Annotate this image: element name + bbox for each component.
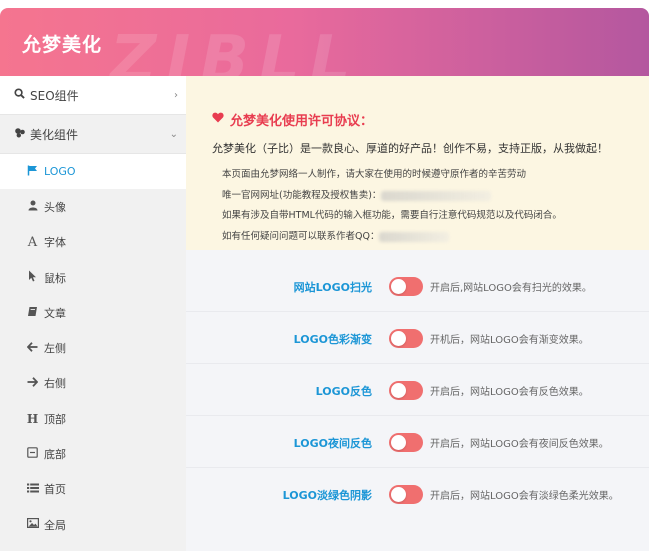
- toggle-knob: [391, 331, 406, 346]
- option-label: LOGO反色: [315, 384, 372, 398]
- sidebar-item-global[interactable]: 全局: [0, 507, 186, 542]
- sidebar-item-label: 全局: [44, 518, 66, 532]
- header-watermark: ZIBLL: [110, 23, 361, 76]
- option-label: 网站LOGO扫光: [293, 280, 372, 294]
- header-icon: H: [26, 411, 39, 426]
- image-icon: [24, 518, 41, 531]
- sidebar-item-label: 头像: [44, 200, 66, 214]
- sidebar-item-label: 鼠标: [44, 271, 66, 285]
- panel-header: ZIBLL 允梦美化: [0, 8, 649, 76]
- user-icon: [24, 200, 41, 214]
- option-label: LOGO色彩渐变: [293, 332, 372, 346]
- sidebar-item-label: 左侧: [44, 342, 66, 356]
- sidebar-item-label: 底部: [44, 448, 66, 462]
- option-description: 开启后，网站LOGO会有淡绿色柔光效果。: [430, 491, 619, 502]
- flag-icon: [24, 165, 41, 179]
- sidebar-item-label: 右侧: [44, 377, 66, 391]
- cursor-icon: [24, 270, 41, 285]
- sidebar-item-bottom[interactable]: 底部: [0, 436, 186, 471]
- option-row: LOGO淡绿色阴影 开启后，网站LOGO会有淡绿色柔光效果。: [186, 469, 649, 520]
- search-icon: [14, 88, 30, 102]
- notice-line-website: 唯一官网网址(功能教程及授权售卖)：: [222, 187, 492, 201]
- sidebar-item-article[interactable]: 文章: [0, 295, 186, 330]
- notice-line-text: 如有任何疑问问题可以联系作者QQ：: [222, 231, 380, 242]
- notice-line: 本页面由允梦网络一人制作，请大家在使用的时候遵守原作者的辛苦劳动: [222, 169, 527, 180]
- notice-title: 允梦美化使用许可协议：: [212, 110, 373, 129]
- arrow-right-icon: [24, 377, 41, 390]
- sidebar-item-avatar[interactable]: 头像: [0, 189, 186, 224]
- toggle-knob: [391, 279, 406, 294]
- sidebar-item-label: 顶部: [44, 412, 66, 426]
- option-toggle[interactable]: [389, 277, 423, 296]
- chevron-down-icon: ⌄: [169, 128, 178, 140]
- redacted-text: [379, 231, 450, 242]
- option-toggle[interactable]: [389, 381, 423, 400]
- list-icon: [24, 483, 41, 496]
- option-description: 开机后，网站LOGO会有渐变效果。: [430, 335, 589, 346]
- notice-line: 如果有涉及自带HTML代码的输入框功能，需要自行注意代码规范以及代码闭合。: [222, 210, 562, 221]
- panel-title: 允梦美化: [22, 34, 103, 56]
- settings-panel: ZIBLL 允梦美化 SEO组件 › 美化组件 ⌄ LOGO 头像 A 字体 鼠…: [0, 8, 649, 551]
- option-toggle[interactable]: [389, 433, 423, 452]
- sidebar-item-left[interactable]: 左侧: [0, 330, 186, 365]
- notice-line-text: 唯一官网网址(功能教程及授权售卖)：: [222, 190, 382, 201]
- option-row: LOGO色彩渐变 开机后，网站LOGO会有渐变效果。: [186, 313, 649, 364]
- heart-icon: [212, 112, 224, 127]
- sidebar-item-top[interactable]: H 顶部: [0, 401, 186, 436]
- sidebar-group-beautify[interactable]: 美化组件 ⌄: [0, 115, 186, 154]
- sidebar-item-label: 字体: [44, 236, 66, 250]
- notice-line-contact: 如有任何疑问问题可以联系作者QQ：: [222, 228, 450, 242]
- sidebar-group-label: SEO组件: [30, 88, 79, 103]
- notice-intro: 允梦美化（子比）是一款良心、厚道的好产品！创作不易，支持正版，从我做起！: [212, 142, 608, 155]
- arrow-left-icon: [24, 341, 41, 355]
- option-row: LOGO夜间反色 开启后，网站LOGO会有夜间反色效果。: [186, 417, 649, 468]
- sidebar-item-label: LOGO: [44, 165, 76, 179]
- sidebar-item-home[interactable]: 首页: [0, 472, 186, 507]
- sidebar-item-mouse[interactable]: 鼠标: [0, 260, 186, 295]
- palette-icon: [14, 127, 30, 141]
- toggle-knob: [391, 383, 406, 398]
- sidebar-group-label: 美化组件: [30, 127, 79, 142]
- license-notice: 允梦美化使用许可协议： 允梦美化（子比）是一款良心、厚道的好产品！创作不易，支持…: [186, 76, 649, 250]
- chevron-right-icon: ›: [174, 89, 178, 101]
- footer-icon: [24, 447, 41, 461]
- option-description: 开启后，网站LOGO会有夜间反色效果。: [430, 439, 609, 450]
- option-row: 网站LOGO扫光 开启后,网站LOGO会有扫光的效果。: [186, 261, 649, 312]
- sidebar-item-label: 文章: [44, 306, 66, 320]
- sidebar-item-font[interactable]: A 字体: [0, 225, 186, 260]
- sidebar-item-logo[interactable]: LOGO: [0, 154, 186, 190]
- font-icon: A: [27, 234, 38, 250]
- option-label: LOGO夜间反色: [293, 436, 372, 450]
- sidebar-item-right[interactable]: 右侧: [0, 366, 186, 401]
- option-row: LOGO反色 开启后，网站LOGO会有反色效果。: [186, 365, 649, 416]
- option-label: LOGO淡绿色阴影: [282, 488, 372, 502]
- book-icon: [24, 306, 41, 320]
- option-description: 开启后,网站LOGO会有扫光的效果。: [430, 283, 592, 294]
- notice-title-text: 允梦美化使用许可协议：: [230, 114, 374, 129]
- toggle-knob: [391, 435, 406, 450]
- sidebar: SEO组件 › 美化组件 ⌄ LOGO 头像 A 字体 鼠标 文章 左侧 右侧 …: [0, 76, 186, 551]
- main-content: 允梦美化使用许可协议： 允梦美化（子比）是一款良心、厚道的好产品！创作不易，支持…: [186, 76, 649, 551]
- sidebar-item-label: 首页: [44, 483, 66, 497]
- option-toggle[interactable]: [389, 329, 423, 348]
- redacted-text: [381, 190, 492, 201]
- option-description: 开启后，网站LOGO会有反色效果。: [430, 387, 589, 398]
- toggle-knob: [391, 487, 406, 502]
- sidebar-group-seo[interactable]: SEO组件 ›: [0, 76, 186, 115]
- option-toggle[interactable]: [389, 485, 423, 504]
